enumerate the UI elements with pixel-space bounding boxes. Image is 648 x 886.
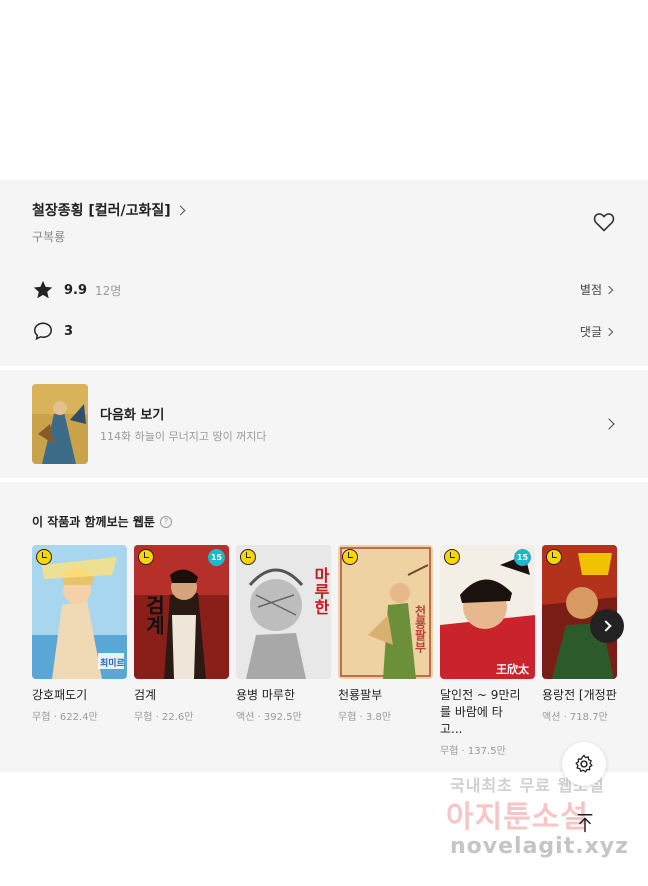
chevron-right-icon <box>604 327 614 336</box>
next-episode-card[interactable] <box>0 370 648 478</box>
rating-count: 12명 <box>95 283 122 298</box>
recommendation-meta: 무협 · 3.8만 <box>338 712 392 723</box>
recommendation-meta: 액션 · 718.7만 <box>542 712 608 723</box>
clock-icon <box>342 549 358 565</box>
top-blank-area <box>0 0 648 180</box>
recommendation-title: 달인전 ~ 9만리를 바람에 타고... <box>440 688 521 736</box>
cover-text: 마루한 <box>311 567 330 615</box>
comment-count: 3 <box>64 323 74 339</box>
comment-link-label: 댓글 <box>579 325 602 339</box>
cover-text: 王欣太 <box>496 663 529 676</box>
clock-icon <box>240 549 256 565</box>
clock-icon <box>138 549 154 565</box>
recommendations-heading-text: 이 작품과 함께보는 웹툰 <box>32 515 155 529</box>
chevron-right-icon <box>599 620 612 632</box>
recommendation-title: 검계 <box>134 688 157 702</box>
recommendation-meta: 무협 · 22.6만 <box>134 712 194 723</box>
clock-icon <box>546 549 562 565</box>
next-episode-title: 다음화 보기 <box>100 408 165 423</box>
cover-text: 천룡팔부 <box>413 605 427 653</box>
recommendations-heading: 이 작품과 함께보는 웹툰 ? <box>32 513 172 530</box>
chevron-right-icon <box>604 285 614 294</box>
recommendation-cover: 15 王欣太 <box>440 545 535 679</box>
watermark-line2: 아지툰소설 <box>446 800 589 835</box>
heart-icon[interactable] <box>592 210 616 234</box>
recommendation-meta: 무협 · 622.4만 <box>32 712 98 723</box>
rating-link[interactable]: 별점 <box>579 281 614 298</box>
recommendation-title: 용랑전 [개정판] <box>542 688 617 702</box>
recommendation-cover: 마루한 <box>236 545 331 679</box>
recommendation-card[interactable]: 마루한 용병 마루한 액션 · 392.5만 <box>236 545 331 723</box>
rating-row: 9.9 12명 <box>32 279 121 301</box>
star-icon <box>33 280 53 299</box>
next-episode-thumbnail <box>32 384 88 464</box>
age-rating-badge: 15 <box>514 549 531 566</box>
age-rating-badge: 15 <box>208 549 225 566</box>
carousel-next-button[interactable] <box>590 609 624 643</box>
scroll-to-top-button[interactable] <box>570 808 600 838</box>
arrow-up-icon <box>577 814 593 833</box>
comment-row: 3 <box>32 320 73 342</box>
recommendation-cover: 최미르 <box>32 545 127 679</box>
series-title-link[interactable]: 철장종횡 [컬러/고화질] <box>32 200 186 220</box>
watermark: 국내최초 무료 웹소설 아지툰소설 novelagit.xyz <box>440 770 640 870</box>
comment-icon <box>34 322 52 341</box>
watermark-line3: novelagit.xyz <box>450 834 629 859</box>
recommendation-card[interactable]: 천룡팔부 천룡팔부 무협 · 3.8만 <box>338 545 433 723</box>
series-title: 철장종횡 [컬러/고화질] <box>32 203 171 219</box>
recommendation-card[interactable]: 최미르 강호패도기 무협 · 622.4만 <box>32 545 127 723</box>
gear-icon <box>575 754 593 773</box>
rating-link-label: 별점 <box>579 283 602 297</box>
recommendation-cover: 천룡팔부 <box>338 545 433 679</box>
series-author: 구복룡 <box>32 230 66 244</box>
cover-text: 검계 <box>142 595 166 635</box>
cover-text: 최미르 <box>100 659 125 669</box>
chevron-right-icon <box>175 205 186 215</box>
recommendation-title: 천룡팔부 <box>338 688 383 702</box>
recommendation-meta: 무협 · 137.5만 <box>440 746 506 757</box>
recommendation-meta: 액션 · 392.5만 <box>236 712 302 723</box>
rating-score: 9.9 <box>64 282 88 298</box>
next-episode-subtitle: 114화 하늘이 무너지고 땅이 꺼지다 <box>100 430 267 443</box>
recommendation-title: 강호패도기 <box>32 688 88 702</box>
recommendation-card[interactable]: 15 王欣太 달인전 ~ 9만리를 바람에 타고... 무협 · 137.5만 <box>440 545 535 757</box>
settings-button[interactable] <box>562 742 606 786</box>
help-icon[interactable]: ? <box>159 515 172 528</box>
recommendation-card[interactable]: 15 검계 검계 무협 · 22.6만 <box>134 545 229 723</box>
comment-link[interactable]: 댓글 <box>579 323 614 340</box>
recommendation-cover: 15 검계 <box>134 545 229 679</box>
clock-icon <box>36 549 52 565</box>
recommendation-title: 용병 마루한 <box>236 688 296 702</box>
clock-icon <box>444 549 460 565</box>
